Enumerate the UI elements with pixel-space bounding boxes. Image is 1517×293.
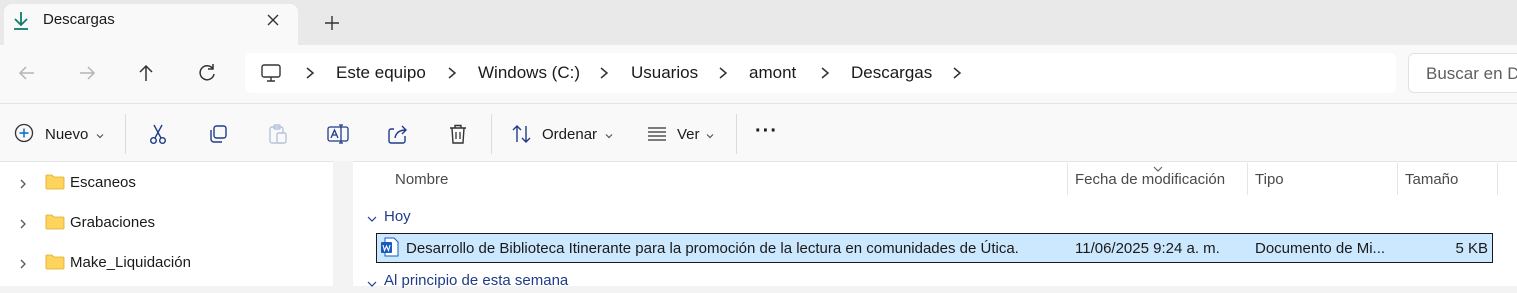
computer-icon xyxy=(260,62,282,84)
paste-icon[interactable] xyxy=(266,122,290,146)
close-tab-icon[interactable] xyxy=(262,9,284,31)
refresh-icon[interactable] xyxy=(194,60,220,86)
chevron-right-icon[interactable] xyxy=(597,64,611,82)
copy-icon[interactable] xyxy=(206,122,230,146)
divider xyxy=(491,114,492,154)
file-list xyxy=(353,161,1517,286)
tab-title: Descargas xyxy=(43,11,115,28)
chevron-down-icon xyxy=(95,128,105,139)
column-header-type[interactable]: Tipo xyxy=(1255,171,1284,188)
folder-icon xyxy=(45,174,65,190)
file-size: 5 KB xyxy=(1455,240,1488,257)
download-icon xyxy=(12,11,30,31)
delete-icon[interactable] xyxy=(446,122,470,146)
group-collapse-icon[interactable] xyxy=(366,276,378,287)
word-document-icon xyxy=(380,237,400,257)
cut-icon[interactable] xyxy=(146,122,170,146)
more-options-icon[interactable]: ··· xyxy=(755,120,778,143)
up-icon[interactable] xyxy=(133,60,159,86)
chevron-down-icon xyxy=(705,128,715,139)
sidebar-item-grabaciones[interactable]: Grabaciones xyxy=(70,214,155,231)
view-icon[interactable] xyxy=(645,122,669,146)
forward-icon[interactable] xyxy=(74,60,100,86)
column-divider[interactable] xyxy=(1497,163,1498,195)
file-modified: 11/06/2025 9:24 a. m. xyxy=(1075,240,1220,257)
group-header-today[interactable]: Hoy xyxy=(384,208,411,225)
chevron-down-icon xyxy=(604,128,614,139)
column-divider[interactable] xyxy=(1247,163,1248,195)
group-header-this-week[interactable]: Al principio de esta semana xyxy=(384,272,568,289)
chevron-right-icon[interactable] xyxy=(950,64,964,82)
file-type: Documento de Mi... xyxy=(1255,240,1386,257)
group-collapse-icon[interactable] xyxy=(366,211,378,222)
expand-chevron-icon[interactable] xyxy=(18,257,28,269)
chevron-right-icon[interactable] xyxy=(716,64,730,82)
sort-icon[interactable] xyxy=(510,122,534,146)
divider xyxy=(125,114,126,154)
breadcrumb-este-equipo[interactable]: Este equipo xyxy=(336,63,426,83)
sort-indicator-icon xyxy=(1152,160,1164,172)
folder-icon xyxy=(45,254,65,270)
column-header-name[interactable]: Nombre xyxy=(395,171,448,188)
chevron-right-icon[interactable] xyxy=(445,64,459,82)
breadcrumb-windows-c[interactable]: Windows (C:) xyxy=(478,63,580,83)
rename-icon[interactable] xyxy=(326,122,350,146)
sort-label[interactable]: Ordenar xyxy=(542,126,597,143)
column-header-size[interactable]: Tamaño xyxy=(1405,171,1458,188)
column-divider[interactable] xyxy=(1067,163,1068,195)
folder-icon xyxy=(45,214,65,230)
breadcrumb-amont[interactable]: amont xyxy=(749,63,796,83)
view-label[interactable]: Ver xyxy=(677,126,700,143)
sidebar-item-make-liquidacion[interactable]: Make_Liquidación xyxy=(70,254,191,271)
expand-chevron-icon[interactable] xyxy=(18,177,28,189)
chevron-right-icon[interactable] xyxy=(303,64,317,82)
search-placeholder: Buscar en D xyxy=(1426,64,1517,83)
chevron-right-icon[interactable] xyxy=(818,64,832,82)
column-header-modified[interactable]: Fecha de modificación xyxy=(1075,171,1225,188)
pane-splitter[interactable] xyxy=(333,161,353,286)
column-divider[interactable] xyxy=(1397,163,1398,195)
share-icon[interactable] xyxy=(386,122,410,146)
back-icon[interactable] xyxy=(14,60,40,86)
new-button[interactable] xyxy=(13,122,37,146)
divider xyxy=(736,114,737,154)
file-name: Desarrollo de Biblioteca Itinerante para… xyxy=(406,240,1019,257)
breadcrumb-descargas[interactable]: Descargas xyxy=(851,63,932,83)
new-tab-icon[interactable] xyxy=(320,11,344,35)
new-label[interactable]: Nuevo xyxy=(45,126,88,143)
expand-chevron-icon[interactable] xyxy=(18,217,28,229)
sidebar-item-escaneos[interactable]: Escaneos xyxy=(70,174,136,191)
breadcrumb-usuarios[interactable]: Usuarios xyxy=(631,63,698,83)
